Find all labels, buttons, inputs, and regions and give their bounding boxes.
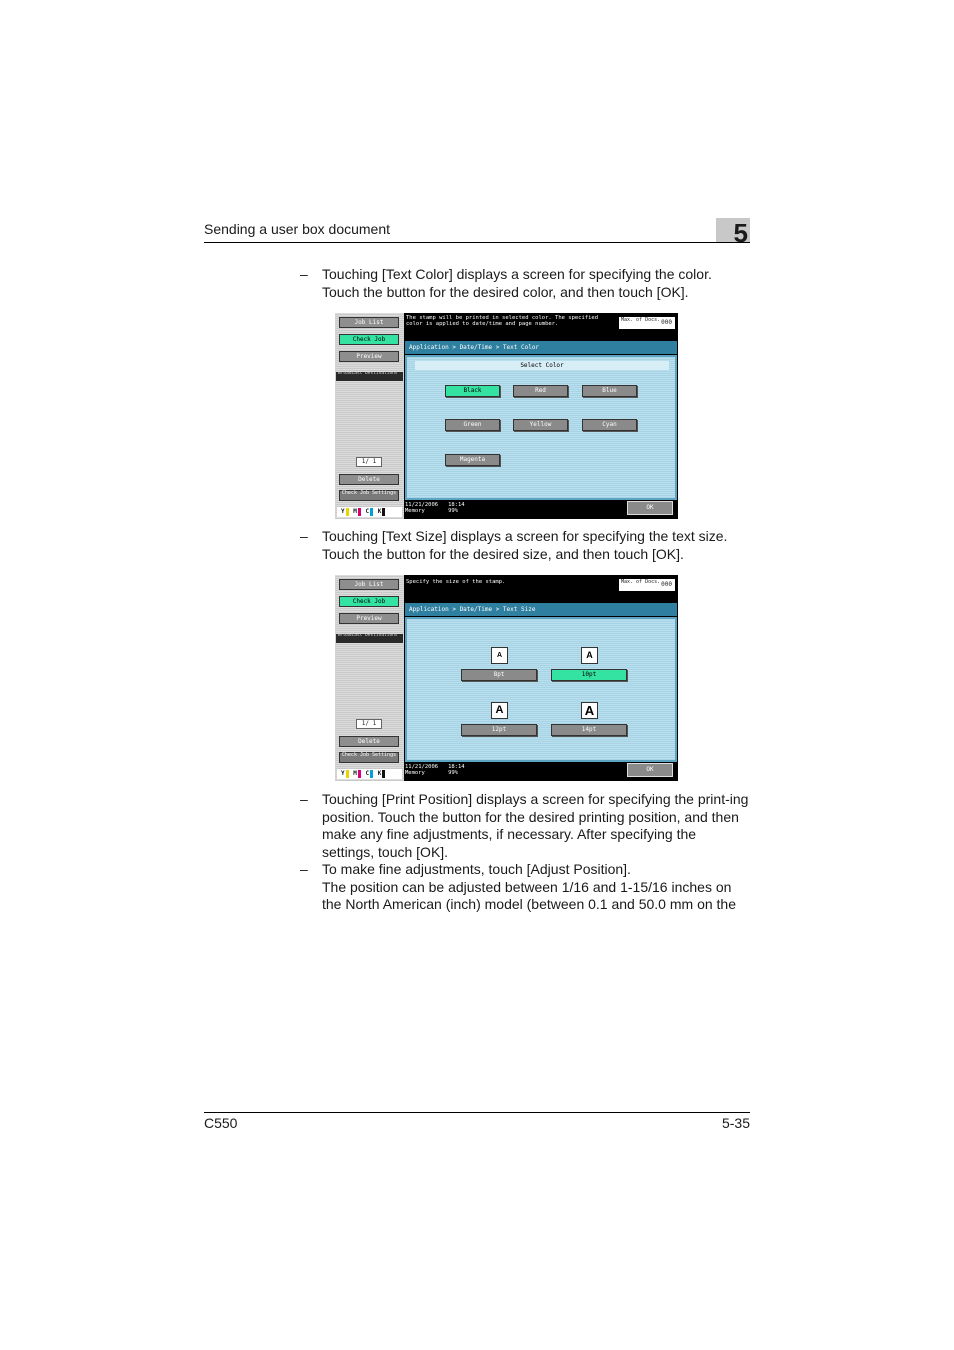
size-14pt-preview: A [581, 702, 598, 719]
toner-k-bar [382, 769, 386, 778]
status-bar: 11/21/2006 18:14 Memory 99% [405, 502, 605, 514]
toner-y: Y [341, 770, 345, 777]
toner-indicator: Y M C K [337, 507, 402, 517]
color-yellow-button[interactable]: Yellow [513, 419, 568, 431]
toner-k-bar [382, 507, 386, 516]
running-header: Sending a user box document [204, 221, 391, 237]
status-memory-label: Memory [405, 508, 425, 514]
preview-button[interactable]: Preview [339, 613, 399, 624]
color-green-button[interactable]: Green [445, 419, 500, 431]
left-panel: Job List Check Job Preview Broadcast Des… [335, 313, 404, 519]
toner-y-bar [345, 769, 349, 778]
paragraph-print-position: – Touching [Print Position] displays a s… [300, 791, 752, 861]
counter-label: Max. of Docs. [621, 317, 661, 323]
page-indicator: 1/ 1 [356, 719, 382, 729]
check-job-button[interactable]: Check Job [339, 596, 399, 607]
counter-value: 000 [661, 581, 672, 588]
preview-button[interactable]: Preview [339, 351, 399, 362]
color-red-button[interactable]: Red [513, 385, 568, 397]
toner-m-bar [357, 507, 361, 516]
paragraph-text-continued: The position can be adjusted between 1/1… [322, 878, 736, 913]
size-14pt-button[interactable]: 14pt [551, 724, 627, 736]
breadcrumb: Application > Date/Time > Text Size [405, 603, 677, 616]
toner-m: M [353, 508, 357, 515]
paragraph-text: Touching [Text Color] displays a screen … [322, 266, 712, 300]
job-list-button[interactable]: Job List [339, 579, 399, 590]
message-area: The stamp will be printed in selected co… [406, 315, 599, 327]
size-12pt-preview: A [491, 702, 508, 719]
list-dash: – [300, 266, 308, 282]
size-12pt-button[interactable]: 12pt [461, 724, 537, 736]
footer-page-number: 5-35 [721, 1115, 750, 1131]
toner-c: C [365, 508, 370, 515]
ok-button[interactable]: OK [627, 763, 673, 777]
toner-y-bar [345, 507, 349, 516]
status-memory: 99% [448, 508, 458, 514]
check-job-settings-button[interactable]: Check Job Settings [339, 490, 399, 501]
text-size-screen: Job List Check Job Preview Broadcast Des… [335, 575, 678, 781]
toner-k: K [377, 770, 382, 777]
counter-label: Max. of Docs. [621, 579, 661, 585]
toner-m: M [353, 770, 357, 777]
docs-counter: Max. of Docs. 000 [619, 317, 675, 329]
list-dash: – [300, 528, 308, 544]
message-area: Specify the size of the stamp. [406, 579, 506, 585]
status-memory-label: Memory [405, 770, 425, 776]
footer-rule [204, 1112, 750, 1113]
toner-y: Y [341, 508, 345, 515]
delete-button[interactable]: Delete [339, 736, 399, 747]
left-panel: Job List Check Job Preview Broadcast Des… [335, 575, 404, 781]
color-cyan-button[interactable]: Cyan [582, 419, 637, 431]
paragraph-text: Touching [Text Size] displays a screen f… [322, 528, 728, 562]
page-indicator: 1/ 1 [356, 457, 382, 467]
main-area: A A 8pt 10pt A A 12pt 14pt [405, 617, 677, 762]
footer-model: C550 [204, 1115, 238, 1131]
toner-c-bar [370, 769, 374, 778]
size-10pt-button[interactable]: 10pt [551, 669, 627, 681]
toner-m-bar [357, 769, 361, 778]
size-8pt-preview: A [491, 647, 508, 664]
check-job-settings-button[interactable]: Check Job Settings [339, 752, 399, 763]
docs-counter: Max. of Docs. 000 [619, 579, 675, 591]
section-title: Select Color [415, 361, 669, 370]
delete-button[interactable]: Delete [339, 474, 399, 485]
color-magenta-button[interactable]: Magenta [445, 454, 500, 466]
paragraph-adjust-position: – To make fine adjustments, touch [Adjus… [300, 861, 752, 914]
chapter-number: 5 [716, 218, 750, 248]
breadcrumb: Application > Date/Time > Text Color [405, 341, 677, 354]
broadcast-destinations-label: Broadcast Destinations [336, 633, 403, 643]
header-rule [204, 242, 750, 243]
main-area: Select Color Black Red Blue Green Yellow… [405, 355, 677, 500]
color-black-button[interactable]: Black [445, 385, 500, 397]
broadcast-destinations-label: Broadcast Destinations [336, 371, 403, 381]
paragraph-text-size: – Touching [Text Size] displays a screen… [300, 528, 752, 563]
counter-value: 000 [661, 319, 672, 326]
list-dash: – [300, 861, 308, 877]
job-list-button[interactable]: Job List [339, 317, 399, 328]
status-memory: 99% [448, 770, 458, 776]
ok-button[interactable]: OK [627, 501, 673, 515]
size-10pt-preview: A [581, 647, 598, 664]
toner-c: C [365, 770, 370, 777]
check-job-button[interactable]: Check Job [339, 334, 399, 345]
paragraph-text: Touching [Print Position] displays a scr… [322, 791, 749, 860]
list-dash: – [300, 791, 308, 807]
toner-indicator: Y M C K [337, 769, 402, 779]
size-8pt-button[interactable]: 8pt [461, 669, 537, 681]
toner-k: K [377, 508, 382, 515]
paragraph-text-color: – Touching [Text Color] displays a scree… [300, 266, 752, 301]
status-bar: 11/21/2006 18:14 Memory 99% [405, 764, 605, 776]
text-color-screen: Job List Check Job Preview Broadcast Des… [335, 313, 678, 519]
toner-c-bar [370, 507, 374, 516]
paragraph-text: To make fine adjustments, touch [Adjust … [322, 861, 631, 877]
color-blue-button[interactable]: Blue [582, 385, 637, 397]
